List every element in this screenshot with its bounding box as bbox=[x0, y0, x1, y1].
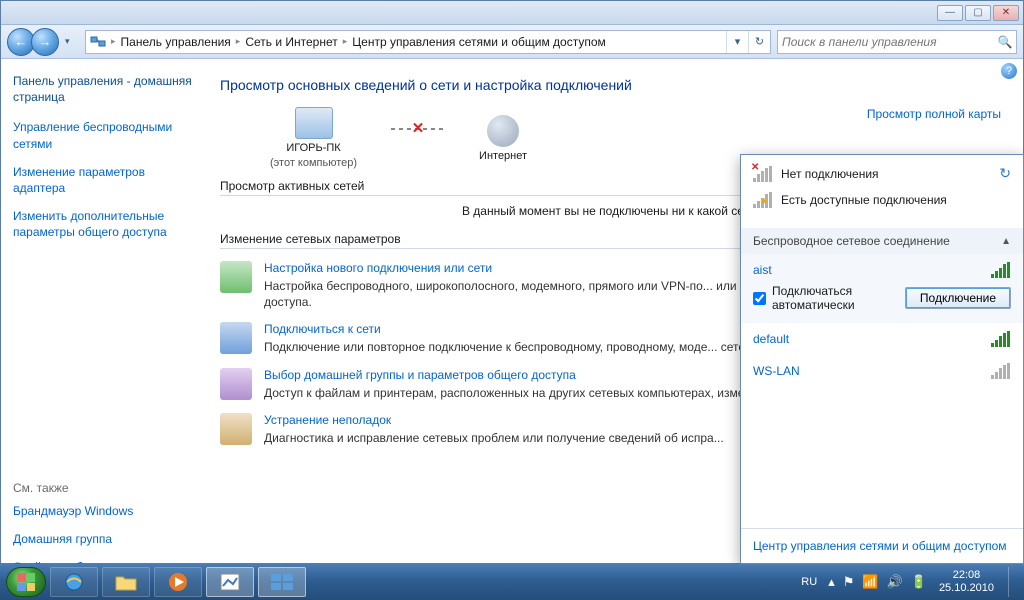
taskbar-app-2[interactable] bbox=[258, 567, 306, 597]
available-connections-label: Есть доступные подключения bbox=[781, 193, 1011, 207]
language-indicator[interactable]: RU bbox=[798, 575, 820, 589]
wifi-footer-link[interactable]: Центр управления сетями и общим доступом bbox=[741, 528, 1023, 563]
wifi-name: default bbox=[753, 332, 983, 346]
page-title: Просмотр основных сведений о сети и наст… bbox=[220, 77, 1001, 93]
minimize-button[interactable]: — bbox=[937, 5, 963, 21]
tray-battery-icon[interactable]: 🔋 bbox=[911, 574, 927, 590]
taskbar: RU ▴ ⚑ 📶 🔊 🔋 22:08 25.10.2010 bbox=[0, 564, 1024, 600]
node-pc-sublabel: (этот компьютер) bbox=[270, 157, 357, 169]
taskbar-app-1[interactable] bbox=[206, 567, 254, 597]
sidebar-link-wireless[interactable]: Управление беспроводными сетями bbox=[13, 119, 194, 151]
nav-history-dropdown[interactable]: ▾ bbox=[65, 36, 79, 47]
sidebar-link-homegroup[interactable]: Домашняя группа bbox=[13, 531, 194, 547]
homegroup-icon bbox=[220, 368, 252, 400]
close-button[interactable]: ✕ bbox=[993, 5, 1019, 21]
node-this-pc: ИГОРЬ-ПК (этот компьютер) bbox=[270, 107, 357, 169]
sidebar: Панель управления - домашняя страница Уп… bbox=[1, 59, 206, 563]
start-button[interactable] bbox=[6, 567, 46, 597]
system-tray: RU ▴ ⚑ 📶 🔊 🔋 22:08 25.10.2010 bbox=[798, 567, 1018, 597]
sidebar-link-adapter[interactable]: Изменение параметров адаптера bbox=[13, 164, 194, 196]
sidebar-link-sharing[interactable]: Изменить дополнительные параметры общего… bbox=[13, 208, 194, 240]
active-networks-label: Просмотр активных сетей bbox=[220, 179, 364, 193]
troubleshoot-icon bbox=[220, 413, 252, 445]
full-map-link[interactable]: Просмотр полной карты bbox=[867, 107, 1001, 121]
signal-available-icon bbox=[753, 192, 773, 208]
wifi-network-default[interactable]: default bbox=[741, 323, 1023, 355]
show-desktop-button[interactable] bbox=[1008, 567, 1018, 597]
signal-strong-icon bbox=[991, 331, 1011, 347]
chevron-up-icon: ▲ bbox=[1001, 236, 1011, 247]
taskbar-explorer[interactable] bbox=[102, 567, 150, 597]
address-bar[interactable]: ▸ Панель управления ▸ Сеть и Интернет ▸ … bbox=[85, 30, 771, 54]
taskbar-media-player[interactable] bbox=[154, 567, 202, 597]
no-connection-label: Нет подключения bbox=[781, 167, 991, 181]
tray-network-icon[interactable]: 📶 bbox=[862, 574, 878, 590]
titlebar: — ▢ ✕ bbox=[1, 1, 1023, 25]
search-input[interactable] bbox=[778, 35, 994, 49]
wireless-section-header[interactable]: Беспроводное сетевое соединение ▲ bbox=[741, 228, 1023, 254]
disconnected-icon: ✕ bbox=[412, 119, 425, 137]
wireless-section-label: Беспроводное сетевое соединение bbox=[753, 234, 950, 248]
address-bar-row: ← → ▾ ▸ Панель управления ▸ Сеть и Интер… bbox=[1, 25, 1023, 59]
change-settings-label: Изменение сетевых параметров bbox=[220, 232, 401, 246]
auto-connect-label: Подключаться автоматически bbox=[772, 284, 899, 313]
wifi-name: WS-LAN bbox=[753, 364, 983, 378]
forward-button[interactable]: → bbox=[31, 28, 59, 56]
breadcrumb-control-panel[interactable]: Панель управления bbox=[117, 35, 235, 49]
refresh-button[interactable]: ↻ bbox=[748, 31, 770, 53]
tray-time: 22:08 bbox=[939, 569, 994, 582]
search-box[interactable]: 🔍 bbox=[777, 30, 1017, 54]
connect-icon bbox=[220, 322, 252, 354]
signal-weak-icon bbox=[991, 363, 1011, 379]
breadcrumb-network-internet[interactable]: Сеть и Интернет bbox=[241, 35, 341, 49]
tray-chevron-icon[interactable]: ▴ bbox=[828, 574, 835, 590]
connection-line: ✕ bbox=[391, 128, 445, 130]
wifi-name: aist bbox=[753, 263, 983, 277]
connect-button[interactable]: Подключение bbox=[905, 287, 1011, 309]
tray-flag-icon[interactable]: ⚑ bbox=[843, 574, 855, 590]
search-icon: 🔍 bbox=[994, 35, 1016, 49]
address-dropdown[interactable]: ▾ bbox=[726, 31, 748, 53]
refresh-networks-button[interactable]: ↻ bbox=[999, 165, 1011, 182]
windows-logo-icon bbox=[17, 573, 35, 591]
taskbar-ie[interactable] bbox=[50, 567, 98, 597]
tray-clock[interactable]: 22:08 25.10.2010 bbox=[939, 569, 994, 594]
wifi-popup: Нет подключения ↻ Есть доступные подключ… bbox=[740, 154, 1024, 564]
wifi-network-aist[interactable]: aist Подключаться автоматически Подключе… bbox=[741, 254, 1023, 323]
sidebar-see-also-header: См. также bbox=[13, 481, 194, 495]
network-center-icon bbox=[88, 32, 108, 52]
node-pc-label: ИГОРЬ-ПК bbox=[286, 142, 340, 154]
signal-strong-icon bbox=[991, 262, 1011, 278]
tray-date: 25.10.2010 bbox=[939, 582, 994, 595]
help-icon[interactable]: ? bbox=[1001, 63, 1017, 79]
tray-volume-icon[interactable]: 🔊 bbox=[887, 574, 903, 590]
computer-icon bbox=[295, 107, 333, 139]
auto-connect-checkbox[interactable] bbox=[753, 292, 766, 305]
option-troubleshoot-link[interactable]: Устранение неполадок bbox=[264, 413, 724, 427]
node-internet-label: Интернет bbox=[479, 150, 527, 162]
wifi-network-wslan[interactable]: WS-LAN bbox=[741, 355, 1023, 387]
node-internet: Интернет bbox=[479, 115, 527, 162]
maximize-button[interactable]: ▢ bbox=[965, 5, 991, 21]
globe-icon bbox=[487, 115, 519, 147]
breadcrumb-network-center[interactable]: Центр управления сетями и общим доступом bbox=[348, 35, 610, 49]
signal-none-icon bbox=[753, 166, 773, 182]
sidebar-home-link[interactable]: Панель управления - домашняя страница bbox=[13, 73, 194, 105]
sidebar-link-firewall[interactable]: Брандмауэр Windows bbox=[13, 503, 194, 519]
new-connection-icon bbox=[220, 261, 252, 293]
option-troubleshoot-desc: Диагностика и исправление сетевых пробле… bbox=[264, 430, 724, 446]
